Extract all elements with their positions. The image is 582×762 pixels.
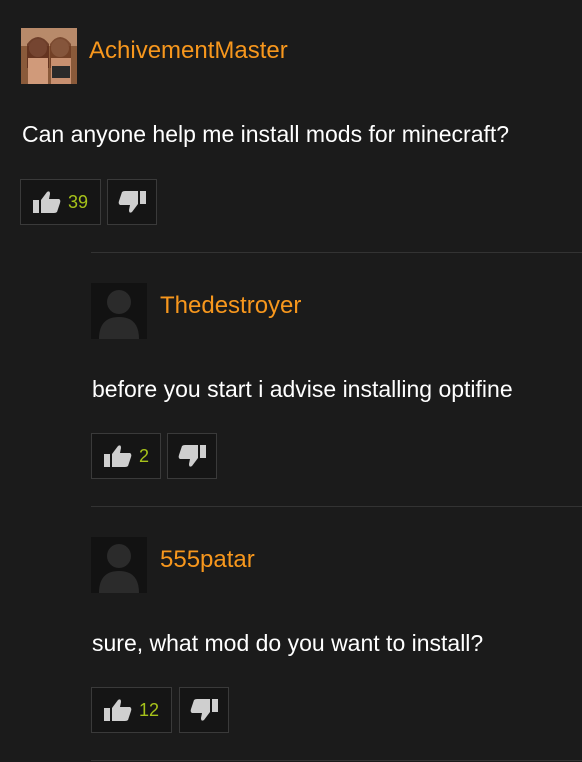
- user-avatar[interactable]: [21, 28, 77, 84]
- user-avatar[interactable]: [91, 283, 147, 339]
- thumbs-down-icon: [189, 698, 219, 722]
- user-avatar[interactable]: [91, 537, 147, 593]
- comment-username[interactable]: Thedestroyer: [160, 292, 301, 320]
- comment: AchivementMaster Can anyone help me inst…: [0, 0, 582, 240]
- thumbs-down-icon: [177, 444, 207, 468]
- upvote-count: 2: [139, 445, 150, 466]
- upvote-button[interactable]: 12: [91, 687, 172, 733]
- thumbs-down-icon: [117, 190, 147, 214]
- comment-text: sure, what mod do you want to install?: [92, 630, 484, 656]
- reply-comment: 555patar sure, what mod do you want to i…: [0, 507, 582, 762]
- comment-username[interactable]: 555patar: [160, 546, 255, 574]
- downvote-button[interactable]: [107, 179, 157, 225]
- thumbs-up-icon: [32, 190, 62, 214]
- comment-divider: [91, 760, 582, 761]
- comment-text: Can anyone help me install mods for mine…: [22, 121, 510, 147]
- reply-comment: Thedestroyer before you start i advise i…: [0, 253, 582, 506]
- upvote-button[interactable]: 39: [20, 179, 101, 225]
- downvote-button[interactable]: [179, 687, 229, 733]
- upvote-count: 12: [139, 699, 160, 720]
- upvote-button[interactable]: 2: [91, 433, 161, 479]
- comment-text: before you start i advise installing opt…: [92, 376, 513, 402]
- upvote-count: 39: [68, 191, 89, 212]
- downvote-button[interactable]: [167, 433, 217, 479]
- comment-username[interactable]: AchivementMaster: [89, 37, 288, 65]
- thumbs-up-icon: [103, 698, 133, 722]
- thumbs-up-icon: [103, 444, 133, 468]
